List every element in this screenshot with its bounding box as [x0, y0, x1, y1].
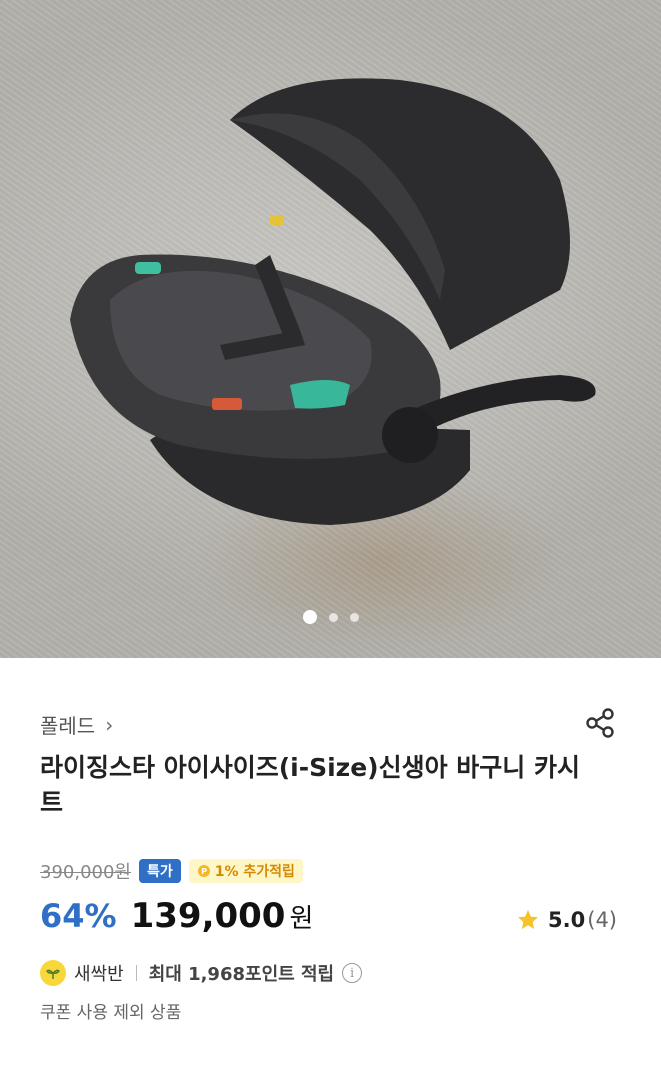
carousel-dot-1[interactable]	[302, 610, 317, 624]
sale-badge: 특가	[139, 859, 181, 883]
points-row: 새싹반 최대 1,968포인트 적립 i	[40, 960, 363, 986]
carousel-dot-3[interactable]	[349, 612, 359, 622]
point-badge: P 1% 추가적립	[188, 859, 303, 883]
original-price: 390,000원	[40, 862, 131, 883]
price-badges-row: 390,000원 특가 P 1% 추가적립	[40, 858, 303, 884]
sale-price: 139,000	[130, 896, 286, 936]
point-badge-text: 1% 추가적립	[214, 864, 295, 880]
coupon-note: 쿠폰 사용 제외 상품	[40, 1003, 182, 1023]
brand-link[interactable]: 폴레드 ›	[40, 710, 113, 739]
brand-name[interactable]: 폴레드	[40, 710, 95, 739]
svg-text:P: P	[201, 867, 207, 876]
review-count[interactable]: (4)	[587, 908, 617, 932]
car-seat-image	[70, 78, 596, 525]
product-title: 라이징스타 아이사이즈(i-Size)신생아 바구니 카시트	[40, 753, 580, 817]
price-row: 64% 139,000 원	[40, 896, 313, 936]
member-tier: 새싹반	[74, 964, 124, 985]
star-icon	[518, 910, 539, 929]
rating-score: 5.0	[548, 908, 586, 932]
sprout-icon	[40, 960, 66, 986]
rating[interactable]: 5.0 (4)	[516, 908, 617, 932]
max-points: 최대 1,968포인트 적립	[148, 964, 335, 985]
chevron-right-icon: ›	[105, 712, 114, 737]
discount-rate: 64%	[40, 897, 117, 935]
divider	[135, 965, 137, 981]
product-info-panel: 폴레드 › 라이징스타 아이사이즈(i-Size)신생아 바구니 카시트 390…	[0, 658, 661, 1080]
currency-unit: 원	[289, 904, 314, 934]
product-image-carousel[interactable]	[0, 0, 661, 658]
info-icon[interactable]: i	[342, 963, 363, 983]
share-icon[interactable]	[583, 706, 617, 740]
coin-icon: P	[197, 865, 210, 877]
carousel-dot-2[interactable]	[328, 612, 338, 622]
carousel-indicator[interactable]	[0, 610, 661, 624]
